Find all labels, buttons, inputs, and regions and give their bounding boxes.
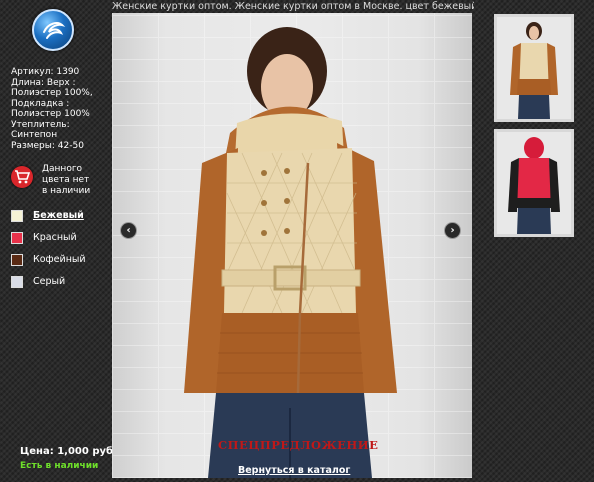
special-offer-label: СПЕЦПРЕДЛОЖЕНИЕ: [218, 438, 379, 452]
detail-line: Размеры: 42-50: [11, 140, 84, 151]
cart-notice-text: Данного цвета нет в наличии: [42, 164, 117, 197]
color-list: Бежевый Красный Кофейный Серый: [11, 208, 111, 296]
detail-line: Длина: Верх :: [11, 77, 76, 88]
thumbnail-image: [497, 17, 571, 119]
detail-line: Артикул: 1390: [11, 67, 80, 77]
color-label[interactable]: Серый: [33, 276, 65, 288]
page-title: Женские куртки оптом. Женские куртки опт…: [112, 1, 474, 12]
product-details: Артикул: 1390 Длина: Верх : Полиэстер 10…: [11, 67, 111, 151]
cart-notice: Данного цвета нет в наличии: [11, 164, 111, 198]
color-option-coffee[interactable]: Кофейный: [11, 252, 111, 274]
cart-icon[interactable]: [11, 166, 33, 188]
detail-line: Полиэстер 100%: [11, 109, 90, 119]
thumbnail-red-back[interactable]: [494, 129, 574, 237]
price-value: 1,000 руб.: [57, 446, 117, 457]
color-label[interactable]: Бежевый: [33, 210, 84, 222]
detail-line: Подкладка :: [11, 98, 70, 109]
chevron-left-icon: ‹: [126, 225, 131, 236]
color-option-red[interactable]: Красный: [11, 230, 111, 252]
color-swatch: [11, 232, 23, 244]
price-label: Цена:: [20, 446, 54, 457]
model-jacket-illustration: [184, 27, 397, 478]
thumbnail-image: [497, 132, 571, 234]
next-image-button[interactable]: ›: [444, 222, 461, 239]
cart-notice-line: в наличии: [42, 186, 91, 196]
cart-notice-line: Данного: [42, 164, 83, 174]
back-to-catalog-link[interactable]: Вернуться в каталог: [238, 465, 350, 476]
detail-line: Синтепон: [11, 130, 58, 140]
logo-icon[interactable]: [32, 9, 74, 51]
color-label[interactable]: Красный: [33, 232, 77, 244]
detail-line: Утеплитель:: [11, 119, 70, 130]
price: Цена: 1,000 руб.: [20, 446, 117, 457]
stock-status: Есть в наличии: [20, 461, 99, 471]
color-option-gray[interactable]: Серый: [11, 274, 111, 296]
color-label[interactable]: Кофейный: [33, 254, 86, 266]
thumbnail-beige[interactable]: [494, 14, 574, 122]
prev-image-button[interactable]: ‹: [120, 222, 137, 239]
cart-notice-line: цвета нет: [42, 175, 90, 185]
color-swatch: [11, 210, 23, 222]
chevron-right-icon: ›: [450, 225, 455, 236]
color-swatch: [11, 254, 23, 266]
main-product-image[interactable]: [112, 13, 472, 478]
detail-line: Полиэстер 100%,: [11, 88, 93, 98]
color-swatch: [11, 276, 23, 288]
color-option-beige[interactable]: Бежевый: [11, 208, 111, 230]
